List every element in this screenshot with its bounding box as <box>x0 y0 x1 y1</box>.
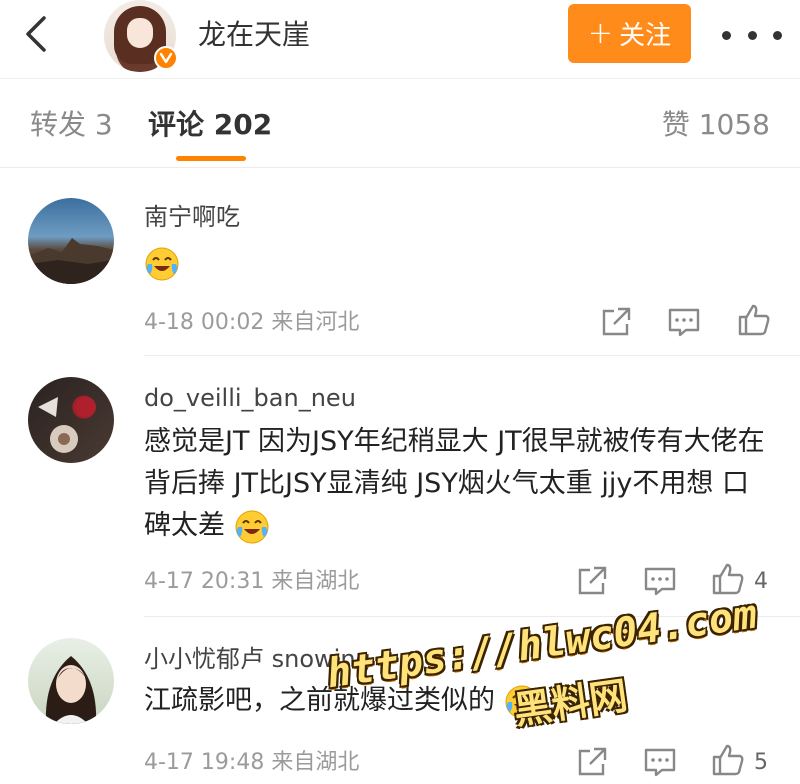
avatar-face-shape <box>127 18 153 48</box>
comment-item: do_veilli_ban_neu 感觉是JT 因为JSY年纪稍显大 JT很早就… <box>0 357 800 617</box>
tab-comment[interactable]: 评论 202 <box>148 107 272 143</box>
thumbs-up-icon <box>738 304 770 336</box>
comment-location: 来自河北 <box>271 310 360 335</box>
plus-icon: + <box>587 15 614 51</box>
commenter-name[interactable]: do_veilli_ban_neu <box>144 383 356 413</box>
like-count: 5 <box>754 750 768 775</box>
share-icon <box>578 566 607 595</box>
comment-location: 来自湖北 <box>271 750 360 775</box>
tab-like[interactable]: 赞 1058 <box>662 107 770 143</box>
comment-time: 4-17 20:31 <box>144 569 265 594</box>
share-icon <box>602 307 631 336</box>
landscape-photo-icon <box>28 238 114 284</box>
commenter-avatar[interactable] <box>28 638 114 724</box>
tab-bar: 转发 3 评论 202 赞 1058 <box>0 79 800 168</box>
comment-icon <box>644 748 676 777</box>
verified-badge-icon <box>154 46 178 70</box>
comment-item: 小小忧郁卢 snowing 江疏影吧，之前就爆过类似的 4-17 19:48 来… <box>0 618 800 784</box>
dot-icon <box>747 30 757 40</box>
comment-meta: 4-17 20:31 来自湖北 <box>144 567 359 597</box>
comment-location: 来自湖北 <box>271 569 360 594</box>
comment-text-content: 江疏影吧，之前就爆过类似的 <box>144 685 495 716</box>
flower-photo-icon <box>38 397 96 453</box>
follow-button[interactable]: + 关注 <box>568 4 691 63</box>
more-options-button[interactable] <box>722 18 782 52</box>
top-bar: 龙在天崖 + 关注 <box>0 0 800 79</box>
comment-meta: 4-17 19:48 来自湖北 <box>144 748 359 778</box>
share-button[interactable] <box>574 563 610 599</box>
person-photo-icon <box>45 656 97 724</box>
share-button[interactable] <box>598 304 634 340</box>
commenter-avatar[interactable] <box>28 377 114 463</box>
laugh-cry-emoji-icon <box>235 510 269 543</box>
share-icon <box>578 747 607 776</box>
tab-repost[interactable]: 转发 3 <box>30 107 113 143</box>
reply-button[interactable] <box>642 563 678 599</box>
laugh-cry-emoji-icon <box>505 685 539 718</box>
comment-icon <box>668 308 700 337</box>
commenter-name[interactable]: 南宁啊吃 <box>144 202 240 232</box>
divider <box>144 355 800 356</box>
follow-label: 关注 <box>619 21 672 51</box>
comment-item: 南宁啊吃 4-18 00:02 来自河北 <box>0 176 800 356</box>
thumbs-up-icon <box>712 563 744 595</box>
like-button[interactable] <box>736 302 772 338</box>
active-tab-indicator <box>176 156 246 161</box>
chevron-left-icon <box>26 16 46 52</box>
commenter-avatar[interactable] <box>28 198 114 284</box>
back-button[interactable] <box>16 12 60 56</box>
comment-time: 4-17 19:48 <box>144 750 265 775</box>
share-button[interactable] <box>574 744 610 780</box>
comment-text: 感觉是JT 因为JSY年纪稍显大 JT很早就被传有大佬在背后捧 JT比JSY显清… <box>144 421 774 547</box>
author-name[interactable]: 龙在天崖 <box>198 16 310 54</box>
dot-icon <box>722 30 731 40</box>
comment-text <box>144 242 774 284</box>
comment-time: 4-18 00:02 <box>144 310 265 335</box>
reply-button[interactable] <box>642 744 678 780</box>
like-count: 4 <box>754 569 768 594</box>
like-button[interactable] <box>710 561 746 597</box>
laugh-cry-emoji-icon <box>145 247 179 280</box>
comment-meta: 4-18 00:02 来自河北 <box>144 308 359 338</box>
commenter-name[interactable]: 小小忧郁卢 snowing <box>144 644 371 674</box>
divider <box>144 616 800 617</box>
reply-button[interactable] <box>666 304 702 340</box>
thumbs-up-icon <box>712 744 744 776</box>
comment-text: 江疏影吧，之前就爆过类似的 <box>144 680 774 722</box>
comment-icon <box>644 567 676 596</box>
like-button[interactable] <box>710 742 746 778</box>
dot-icon <box>773 30 782 40</box>
